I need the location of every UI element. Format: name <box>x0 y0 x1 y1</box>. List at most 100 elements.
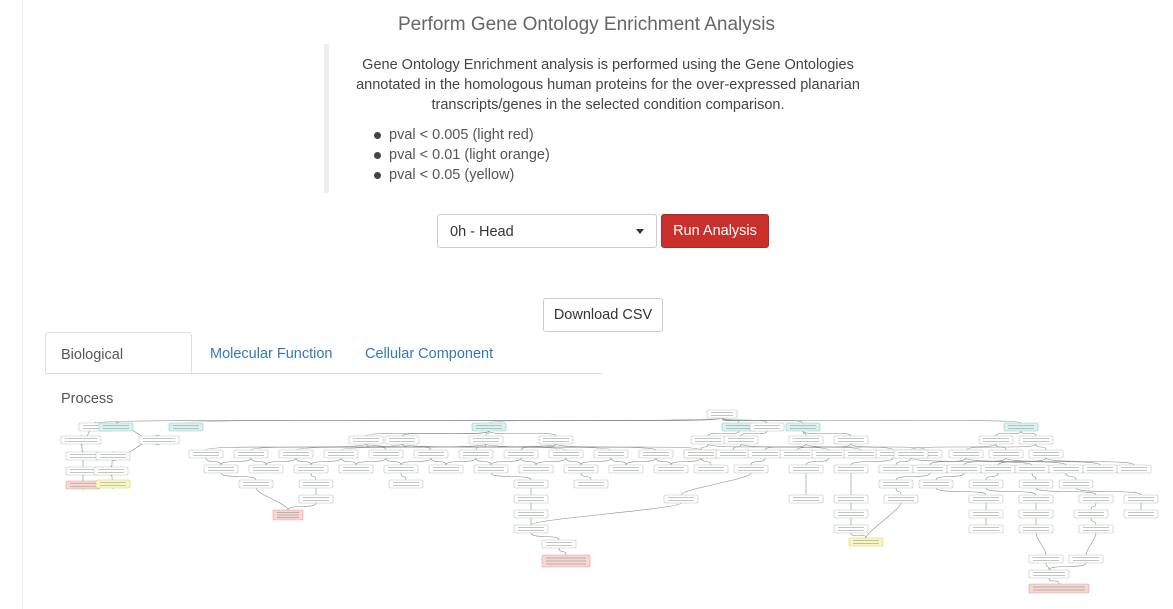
tab-cellular-component[interactable]: Cellular Component <box>350 332 508 373</box>
go-term-node[interactable] <box>653 464 689 474</box>
go-term-node[interactable] <box>968 524 1004 534</box>
go-term-node[interactable] <box>1018 509 1054 519</box>
go-term-node[interactable] <box>1018 524 1054 534</box>
go-term-node[interactable] <box>1048 464 1084 474</box>
go-term-node[interactable] <box>918 479 954 489</box>
go-term-node[interactable] <box>878 479 914 489</box>
go-term-node[interactable] <box>60 435 102 445</box>
go-term-node-pval-red[interactable] <box>1028 583 1090 594</box>
go-term-node-pval-red[interactable] <box>541 554 591 568</box>
go-term-node[interactable] <box>428 464 464 474</box>
go-term-node-root[interactable] <box>98 422 134 432</box>
go-term-node[interactable] <box>293 464 329 474</box>
go-term-node[interactable] <box>663 494 699 504</box>
go-term-node[interactable] <box>833 464 869 474</box>
go-term-node[interactable] <box>779 449 815 459</box>
go-term-node[interactable] <box>413 449 449 459</box>
go-term-node[interactable] <box>1082 464 1118 474</box>
go-term-node[interactable] <box>988 449 1024 459</box>
go-term-node[interactable] <box>238 479 274 489</box>
go-term-node[interactable] <box>693 464 729 474</box>
go-term-node[interactable] <box>95 451 131 461</box>
go-term-node[interactable] <box>749 422 785 432</box>
go-term-node[interactable] <box>747 449 783 459</box>
go-term-node[interactable] <box>458 449 494 459</box>
go-term-node[interactable] <box>323 449 359 459</box>
go-term-node[interactable] <box>541 539 577 549</box>
go-term-node[interactable] <box>1073 509 1109 519</box>
go-term-node[interactable] <box>573 479 609 489</box>
go-term-node-pval-yellow[interactable] <box>848 537 884 547</box>
go-term-node-root[interactable] <box>168 422 204 432</box>
go-term-node[interactable] <box>946 464 982 474</box>
go-term-node[interactable] <box>1078 524 1114 534</box>
go-term-node-root[interactable] <box>785 422 821 432</box>
go-term-node[interactable] <box>233 449 269 459</box>
run-analysis-button[interactable]: Run Analysis <box>661 214 769 248</box>
go-term-node[interactable] <box>468 435 504 445</box>
go-term-node[interactable] <box>968 494 1004 504</box>
go-term-node[interactable] <box>1068 554 1104 564</box>
go-term-node[interactable] <box>518 464 554 474</box>
go-term-node[interactable] <box>978 435 1014 445</box>
go-term-node[interactable] <box>1018 435 1054 445</box>
go-term-node[interactable] <box>1028 449 1064 459</box>
go-term-node[interactable] <box>248 464 284 474</box>
go-term-node[interactable] <box>968 479 1004 489</box>
go-term-node[interactable] <box>1058 479 1094 489</box>
go-term-node[interactable] <box>833 524 869 534</box>
go-term-node[interactable] <box>298 479 334 489</box>
download-csv-button[interactable]: Download CSV <box>543 298 663 332</box>
go-term-node[interactable] <box>503 449 539 459</box>
go-term-node[interactable] <box>912 464 948 474</box>
go-enrichment-graph[interactable] <box>44 400 1162 596</box>
go-term-node[interactable] <box>593 449 629 459</box>
go-term-node[interactable] <box>368 449 404 459</box>
go-term-node[interactable] <box>65 451 101 461</box>
go-term-node[interactable] <box>733 464 769 474</box>
go-term-node[interactable] <box>278 449 314 459</box>
go-term-node[interactable] <box>338 464 374 474</box>
go-term-node[interactable] <box>538 435 574 445</box>
go-term-node[interactable] <box>968 509 1004 519</box>
go-term-node[interactable] <box>203 464 239 474</box>
go-term-node[interactable] <box>513 494 549 504</box>
go-term-node[interactable] <box>138 435 180 445</box>
go-term-node-pval-red[interactable] <box>272 509 304 521</box>
go-term-node[interactable] <box>1123 494 1159 504</box>
go-term-node[interactable] <box>980 464 1016 474</box>
go-term-node[interactable] <box>1018 479 1054 489</box>
tab-molecular-function[interactable]: Molecular Function <box>195 332 348 373</box>
go-term-node[interactable] <box>723 435 759 445</box>
go-term-node-pval-yellow[interactable] <box>95 479 131 489</box>
go-term-node[interactable] <box>1116 464 1152 474</box>
go-term-node[interactable] <box>1014 464 1050 474</box>
go-term-node[interactable] <box>843 449 879 459</box>
go-term-node[interactable] <box>298 494 334 504</box>
go-term-node[interactable] <box>948 449 984 459</box>
go-term-node[interactable] <box>513 479 549 489</box>
go-term-node[interactable] <box>706 409 738 419</box>
go-term-node[interactable] <box>1018 494 1054 504</box>
go-term-node[interactable] <box>473 464 509 474</box>
go-term-node[interactable] <box>1123 509 1159 519</box>
go-term-node[interactable] <box>893 449 929 459</box>
go-term-node-root[interactable] <box>471 422 507 432</box>
go-term-node[interactable] <box>883 494 919 504</box>
go-term-node[interactable] <box>683 449 719 459</box>
go-term-node[interactable] <box>383 464 419 474</box>
tab-biological-process[interactable]: Biological Process <box>45 332 192 407</box>
go-term-node[interactable] <box>388 479 424 489</box>
go-term-node[interactable] <box>878 464 914 474</box>
go-term-node[interactable] <box>608 464 644 474</box>
go-term-node[interactable] <box>513 509 549 519</box>
go-term-node[interactable] <box>1028 569 1070 579</box>
go-term-node[interactable] <box>833 435 869 445</box>
go-term-node[interactable] <box>690 435 726 445</box>
go-term-node-pval-red[interactable] <box>65 480 101 490</box>
go-term-node[interactable] <box>563 464 599 474</box>
go-term-node[interactable] <box>788 494 824 504</box>
go-term-node[interactable] <box>513 524 549 534</box>
go-term-node[interactable] <box>1028 554 1064 564</box>
go-term-node[interactable] <box>188 449 224 459</box>
